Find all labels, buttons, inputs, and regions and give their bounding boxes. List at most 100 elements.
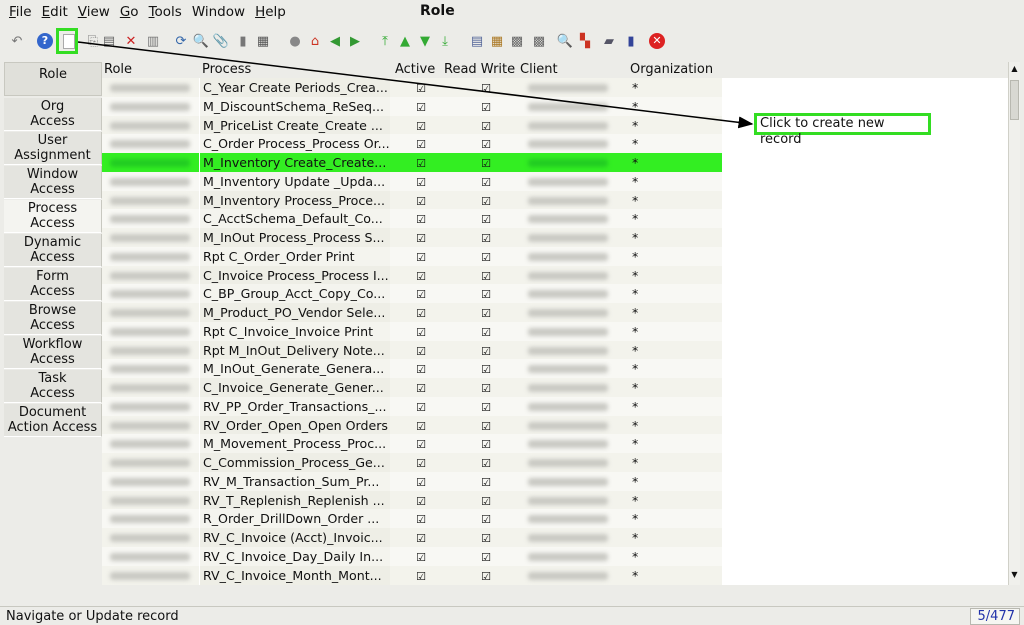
cell-active-checkbox[interactable]: ☑ <box>390 78 452 97</box>
tab-org-access[interactable]: Org Access <box>4 98 102 131</box>
workflow-icon[interactable]: ▰ <box>600 32 618 50</box>
exit-icon[interactable]: ✕ <box>648 32 666 50</box>
cell-process[interactable]: RV_C_Invoice_Day_Daily In... <box>200 546 390 566</box>
cell-active-checkbox[interactable]: ☑ <box>390 471 452 491</box>
cell-process[interactable]: C_BP_Group_Acct_Copy_Co... <box>200 284 390 304</box>
cell-client[interactable] <box>520 190 626 210</box>
tab-browse-access[interactable]: Browse Access <box>4 302 102 335</box>
checkbox-icon[interactable]: ☑ <box>481 232 491 245</box>
tab-form-access[interactable]: Form Access <box>4 268 102 301</box>
cell-process[interactable]: RV_M_Transaction_Sum_Pr... <box>200 471 390 491</box>
table-row[interactable]: M_InOut Process_Process S... ☑ ☑ * <box>102 228 722 247</box>
grid-toggle-icon[interactable]: ▥ <box>144 32 162 50</box>
checkbox-icon[interactable]: ☑ <box>416 363 426 376</box>
cell-organization[interactable]: * <box>626 321 722 341</box>
column-header-client[interactable]: Client <box>520 62 558 77</box>
cell-active-checkbox[interactable]: ☑ <box>390 134 452 154</box>
checkbox-icon[interactable]: ☑ <box>481 120 491 133</box>
table-row[interactable]: C_Commission_Process_Ge... ☑ ☑ * <box>102 453 722 472</box>
home-icon[interactable]: ⌂ <box>306 32 324 50</box>
checkbox-icon[interactable]: ☑ <box>481 288 491 301</box>
table-row[interactable]: RV_Order_Open_Open Orders ☑ ☑ * <box>102 415 722 435</box>
cell-organization[interactable]: * <box>626 96 722 116</box>
cell-role[interactable] <box>102 265 199 285</box>
table-row[interactable]: C_Order Process_Process Or... ☑ ☑ * <box>102 134 722 154</box>
checkbox-icon[interactable]: ☑ <box>481 157 491 170</box>
cell-organization[interactable]: * <box>626 284 722 304</box>
checkbox-icon[interactable]: ☑ <box>481 551 491 564</box>
cell-client[interactable] <box>520 284 626 304</box>
cell-organization[interactable]: * <box>626 190 722 210</box>
cell-role[interactable] <box>102 321 199 341</box>
cell-client[interactable] <box>520 115 626 135</box>
cell-role[interactable] <box>102 546 199 566</box>
chat-icon[interactable]: ▮ <box>234 32 252 50</box>
cell-process[interactable]: RV_C_Invoice_Month_Mont... <box>200 565 390 585</box>
cell-organization[interactable]: * <box>626 396 722 416</box>
save-icon[interactable]: ▤ <box>100 32 118 50</box>
refresh-icon[interactable]: ⟳ <box>172 32 190 50</box>
cell-organization[interactable]: * <box>626 78 722 97</box>
archive-icon[interactable]: ▦ <box>488 32 506 50</box>
checkbox-icon[interactable]: ☑ <box>481 251 491 264</box>
zoom-across-icon[interactable]: 🔍 <box>556 32 574 50</box>
attachment-icon[interactable]: 📎 <box>212 32 230 50</box>
multi-view-icon[interactable]: ▦ <box>254 32 272 50</box>
table-row[interactable]: C_Invoice Process_Process I... ☑ ☑ * <box>102 265 722 285</box>
cell-organization[interactable]: * <box>626 528 722 547</box>
request-icon[interactable]: ▚ <box>576 32 594 50</box>
cell-role[interactable] <box>102 565 199 585</box>
checkbox-icon[interactable]: ☑ <box>481 213 491 226</box>
cell-process[interactable]: C_Commission_Process_Ge... <box>200 453 390 472</box>
cell-organization[interactable]: * <box>626 115 722 135</box>
cell-active-checkbox[interactable]: ☑ <box>390 434 452 454</box>
cell-role[interactable] <box>102 78 199 97</box>
menu-edit[interactable]: Edit <box>37 4 73 20</box>
cell-role[interactable] <box>102 434 199 454</box>
cell-organization[interactable]: * <box>626 228 722 247</box>
checkbox-icon[interactable]: ☑ <box>416 420 426 433</box>
checkbox-icon[interactable]: ☑ <box>416 307 426 320</box>
cell-role[interactable] <box>102 96 199 116</box>
cell-client[interactable] <box>520 396 626 416</box>
checkbox-icon[interactable]: ☑ <box>481 513 491 526</box>
cell-active-checkbox[interactable]: ☑ <box>390 378 452 397</box>
cell-readwrite-checkbox[interactable]: ☑ <box>452 171 520 191</box>
cell-role[interactable] <box>102 171 199 191</box>
cell-readwrite-checkbox[interactable]: ☑ <box>452 528 520 547</box>
cell-organization[interactable]: * <box>626 134 722 154</box>
table-row[interactable]: RV_C_Invoice_Day_Daily In... ☑ ☑ * <box>102 546 722 566</box>
cell-client[interactable] <box>520 246 626 266</box>
table-row[interactable]: M_InOut_Generate_Genera... ☑ ☑ * <box>102 359 722 379</box>
table-row[interactable]: Rpt M_InOut_Delivery Note... ☑ ☑ * <box>102 340 722 360</box>
cell-readwrite-checkbox[interactable]: ☑ <box>452 509 520 529</box>
checkbox-icon[interactable]: ☑ <box>416 382 426 395</box>
cell-readwrite-checkbox[interactable]: ☑ <box>452 115 520 135</box>
history-icon[interactable]: ● <box>286 32 304 50</box>
cell-readwrite-checkbox[interactable]: ☑ <box>452 565 520 585</box>
checkbox-icon[interactable]: ☑ <box>416 513 426 526</box>
cell-organization[interactable]: * <box>626 490 722 510</box>
tab-user-assignment[interactable]: User Assignment <box>4 132 102 165</box>
vertical-scrollbar[interactable]: ▲ ▼ <box>1008 62 1020 585</box>
cell-process[interactable]: C_Invoice_Generate_Gener... <box>200 378 390 397</box>
cell-readwrite-checkbox[interactable]: ☑ <box>452 415 520 435</box>
table-row[interactable]: C_AcctSchema_Default_Co... ☑ ☑ * <box>102 209 722 229</box>
cell-readwrite-checkbox[interactable]: ☑ <box>452 471 520 491</box>
checkbox-icon[interactable]: ☑ <box>416 195 426 208</box>
menu-help[interactable]: Help <box>250 4 291 20</box>
cell-role[interactable] <box>102 415 199 435</box>
table-row[interactable]: M_Product_PO_Vendor Sele... ☑ ☑ * <box>102 303 722 322</box>
cell-organization[interactable]: * <box>626 303 722 322</box>
cell-client[interactable] <box>520 434 626 454</box>
table-row[interactable]: M_Movement_Process_Proc... ☑ ☑ * <box>102 434 722 454</box>
cell-organization[interactable]: * <box>626 153 722 172</box>
cell-readwrite-checkbox[interactable]: ☑ <box>452 265 520 285</box>
cell-client[interactable] <box>520 565 626 585</box>
cell-process[interactable]: Rpt C_Order_Order Print <box>200 246 390 266</box>
cell-client[interactable] <box>520 528 626 547</box>
cell-client[interactable] <box>520 78 626 97</box>
menu-file[interactable]: File <box>4 4 37 20</box>
cell-client[interactable] <box>520 321 626 341</box>
cell-active-checkbox[interactable]: ☑ <box>390 265 452 285</box>
